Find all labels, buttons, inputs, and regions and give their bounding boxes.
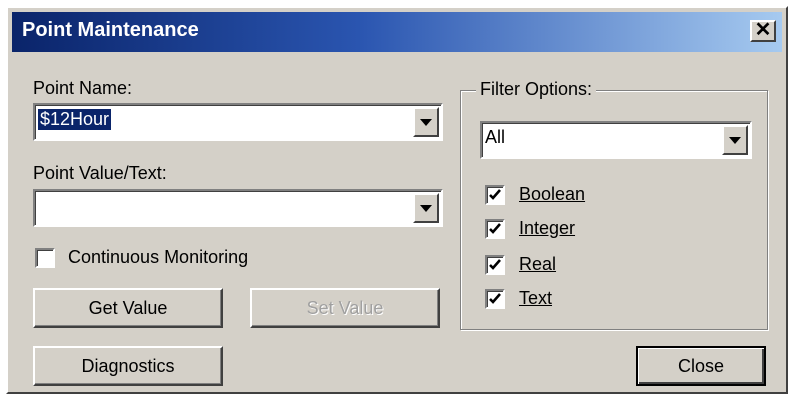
continuous-monitoring-checkbox[interactable] xyxy=(35,248,55,268)
point-name-combobox[interactable]: $12Hour xyxy=(33,103,443,141)
text-checkbox[interactable] xyxy=(485,289,505,309)
set-value-button: Set Value xyxy=(250,288,440,328)
point-value-combobox[interactable] xyxy=(33,189,443,227)
window-title: Point Maintenance xyxy=(22,19,199,41)
point-value-dropdown-button[interactable] xyxy=(413,193,439,223)
text-label[interactable]: Text xyxy=(519,288,552,309)
point-name-value: $12Hour xyxy=(38,109,112,130)
chevron-down-icon xyxy=(420,119,432,126)
integer-checkbox[interactable] xyxy=(485,219,505,239)
point-maintenance-dialog: Point Maintenance ✕ Point Name: $12Hour … xyxy=(6,6,788,394)
filter-options-title: Filter Options: xyxy=(476,79,597,100)
close-window-button[interactable]: ✕ xyxy=(750,20,776,42)
continuous-monitoring-label[interactable]: Continuous Monitoring xyxy=(68,247,248,268)
real-checkbox[interactable] xyxy=(485,255,505,275)
close-button[interactable]: Close xyxy=(636,346,766,386)
title-bar[interactable]: Point Maintenance ✕ xyxy=(12,12,782,52)
boolean-label[interactable]: Boolean xyxy=(519,184,585,205)
chevron-down-icon xyxy=(420,205,432,212)
real-label[interactable]: Real xyxy=(519,254,556,275)
filter-type-dropdown-button[interactable] xyxy=(722,125,748,155)
checkmark-icon xyxy=(489,259,501,270)
integer-label[interactable]: Integer xyxy=(519,218,575,239)
checkmark-icon xyxy=(489,293,501,304)
boolean-checkbox[interactable] xyxy=(485,185,505,205)
diagnostics-button[interactable]: Diagnostics xyxy=(33,346,223,386)
point-value-label: Point Value/Text: xyxy=(33,163,167,183)
chevron-down-icon xyxy=(729,137,741,144)
close-icon: ✕ xyxy=(754,19,772,41)
filter-type-value: All xyxy=(485,127,506,147)
get-value-button[interactable]: Get Value xyxy=(33,288,223,328)
point-name-dropdown-button[interactable] xyxy=(413,107,439,137)
filter-type-combobox[interactable]: All xyxy=(480,121,752,159)
checkmark-icon xyxy=(489,189,501,200)
checkmark-icon xyxy=(489,223,501,234)
point-name-label: Point Name: xyxy=(33,78,133,98)
